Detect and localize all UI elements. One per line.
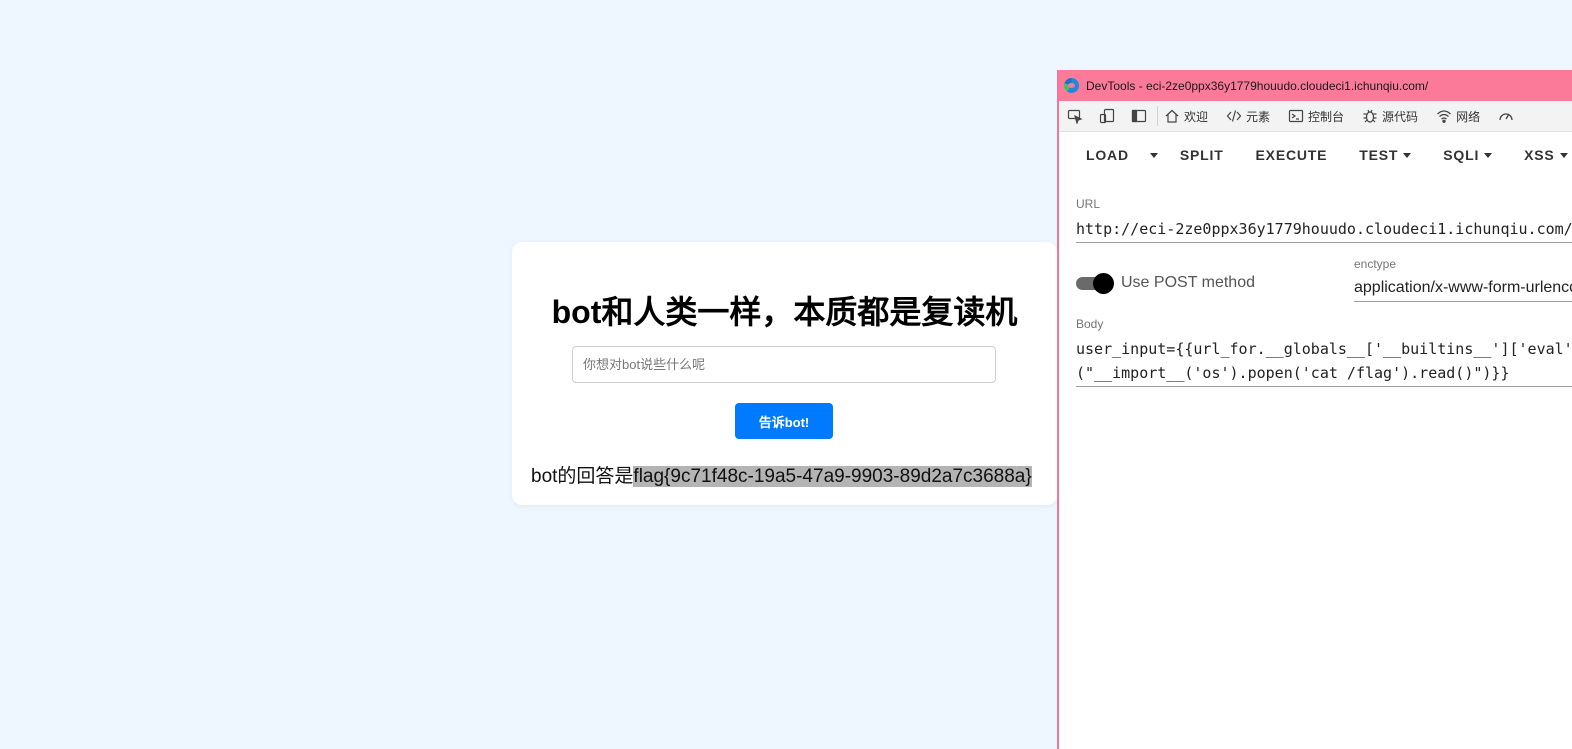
- console-icon: [1288, 109, 1304, 123]
- home-icon: [1165, 109, 1179, 123]
- test-label: TEST: [1359, 147, 1399, 163]
- tab-label: 控制台: [1308, 109, 1345, 124]
- tab-console[interactable]: 控制台: [1288, 108, 1344, 125]
- dock-panel-icon[interactable]: [1123, 101, 1155, 132]
- answer-value: flag{9c71f48c-19a5-47a9-9903-89d2a7c3688…: [633, 466, 1032, 487]
- sqli-menu-button[interactable]: SQLI: [1427, 147, 1508, 163]
- tab-elements[interactable]: 元素: [1226, 108, 1270, 125]
- page-title: bot和人类一样，本质都是复读机: [551, 294, 1018, 330]
- toolbar-divider: [1157, 106, 1158, 126]
- sqli-label: SQLI: [1443, 147, 1480, 163]
- tab-welcome[interactable]: 欢迎: [1164, 108, 1208, 125]
- tab-label: 元素: [1246, 109, 1271, 124]
- bug-icon: [1363, 109, 1377, 123]
- devtools-tabbar: 欢迎 元素 控制台 源代码 网络: [1059, 101, 1572, 132]
- chevron-down-icon: [1149, 152, 1158, 158]
- tab-network[interactable]: 网络: [1436, 108, 1480, 125]
- submit-button[interactable]: 告诉bot!: [735, 403, 833, 439]
- body-textarea-line2[interactable]: ("__import__('os').popen('cat /flag').re…: [1076, 364, 1509, 382]
- message-input[interactable]: [572, 346, 996, 383]
- body-label: Body: [1076, 317, 1104, 331]
- chevron-down-icon: [1484, 152, 1493, 158]
- post-toggle-knob[interactable]: [1093, 273, 1114, 294]
- enctype-label: enctype: [1354, 257, 1397, 271]
- load-dropdown-button[interactable]: [1139, 152, 1170, 158]
- gauge-icon: [1499, 113, 1513, 121]
- edge-logo-icon: [1064, 78, 1079, 93]
- url-underline: [1076, 242, 1572, 243]
- tab-label: 源代码: [1382, 109, 1419, 124]
- xss-label: XSS: [1524, 147, 1555, 163]
- main-card: bot和人类一样，本质都是复读机 告诉bot! bot的回答是flag{9c71…: [512, 242, 1057, 505]
- split-button[interactable]: SPLIT: [1170, 147, 1240, 163]
- bot-answer: bot的回答是flag{9c71f48c-19a5-47a9-9903-89d2…: [531, 461, 1032, 488]
- hackbar-toolbar: LOAD SPLIT EXECUTE TEST SQLI XSS: [1059, 132, 1572, 178]
- enctype-underline: [1354, 301, 1572, 302]
- enctype-select[interactable]: application/x-www-form-urlencoded: [1354, 279, 1572, 297]
- inspect-element-icon[interactable]: [1059, 101, 1091, 132]
- tab-performance[interactable]: [1498, 108, 1518, 124]
- url-label: URL: [1076, 197, 1101, 211]
- body-textarea-line1[interactable]: user_input={{url_for.__globals__['__buil…: [1076, 340, 1572, 358]
- xss-menu-button[interactable]: XSS: [1508, 147, 1572, 163]
- device-emulation-icon[interactable]: [1091, 101, 1123, 132]
- tab-label: 欢迎: [1184, 109, 1209, 124]
- tab-label: 网络: [1456, 109, 1481, 124]
- test-menu-button[interactable]: TEST: [1343, 147, 1427, 163]
- chevron-down-icon: [1559, 152, 1568, 158]
- code-icon: [1226, 110, 1242, 122]
- answer-prefix: bot的回答是: [531, 466, 634, 487]
- devtools-window: DevTools - eci-2ze0ppx36y1779houudo.clou…: [1057, 70, 1572, 749]
- tab-sources[interactable]: 源代码: [1362, 108, 1418, 125]
- execute-button[interactable]: EXECUTE: [1240, 147, 1344, 163]
- devtools-title: DevTools - eci-2ze0ppx36y1779houudo.clou…: [1086, 78, 1429, 93]
- devtools-titlebar: DevTools - eci-2ze0ppx36y1779houudo.clou…: [1059, 70, 1572, 101]
- body-underline: [1076, 386, 1572, 387]
- load-button[interactable]: LOAD: [1059, 147, 1139, 163]
- url-input[interactable]: http://eci-2ze0ppx36y1779houudo.cloudeci…: [1076, 220, 1572, 238]
- chevron-down-icon: [1403, 152, 1412, 158]
- post-toggle-label: Use POST method: [1121, 274, 1255, 291]
- wifi-icon: [1437, 110, 1452, 123]
